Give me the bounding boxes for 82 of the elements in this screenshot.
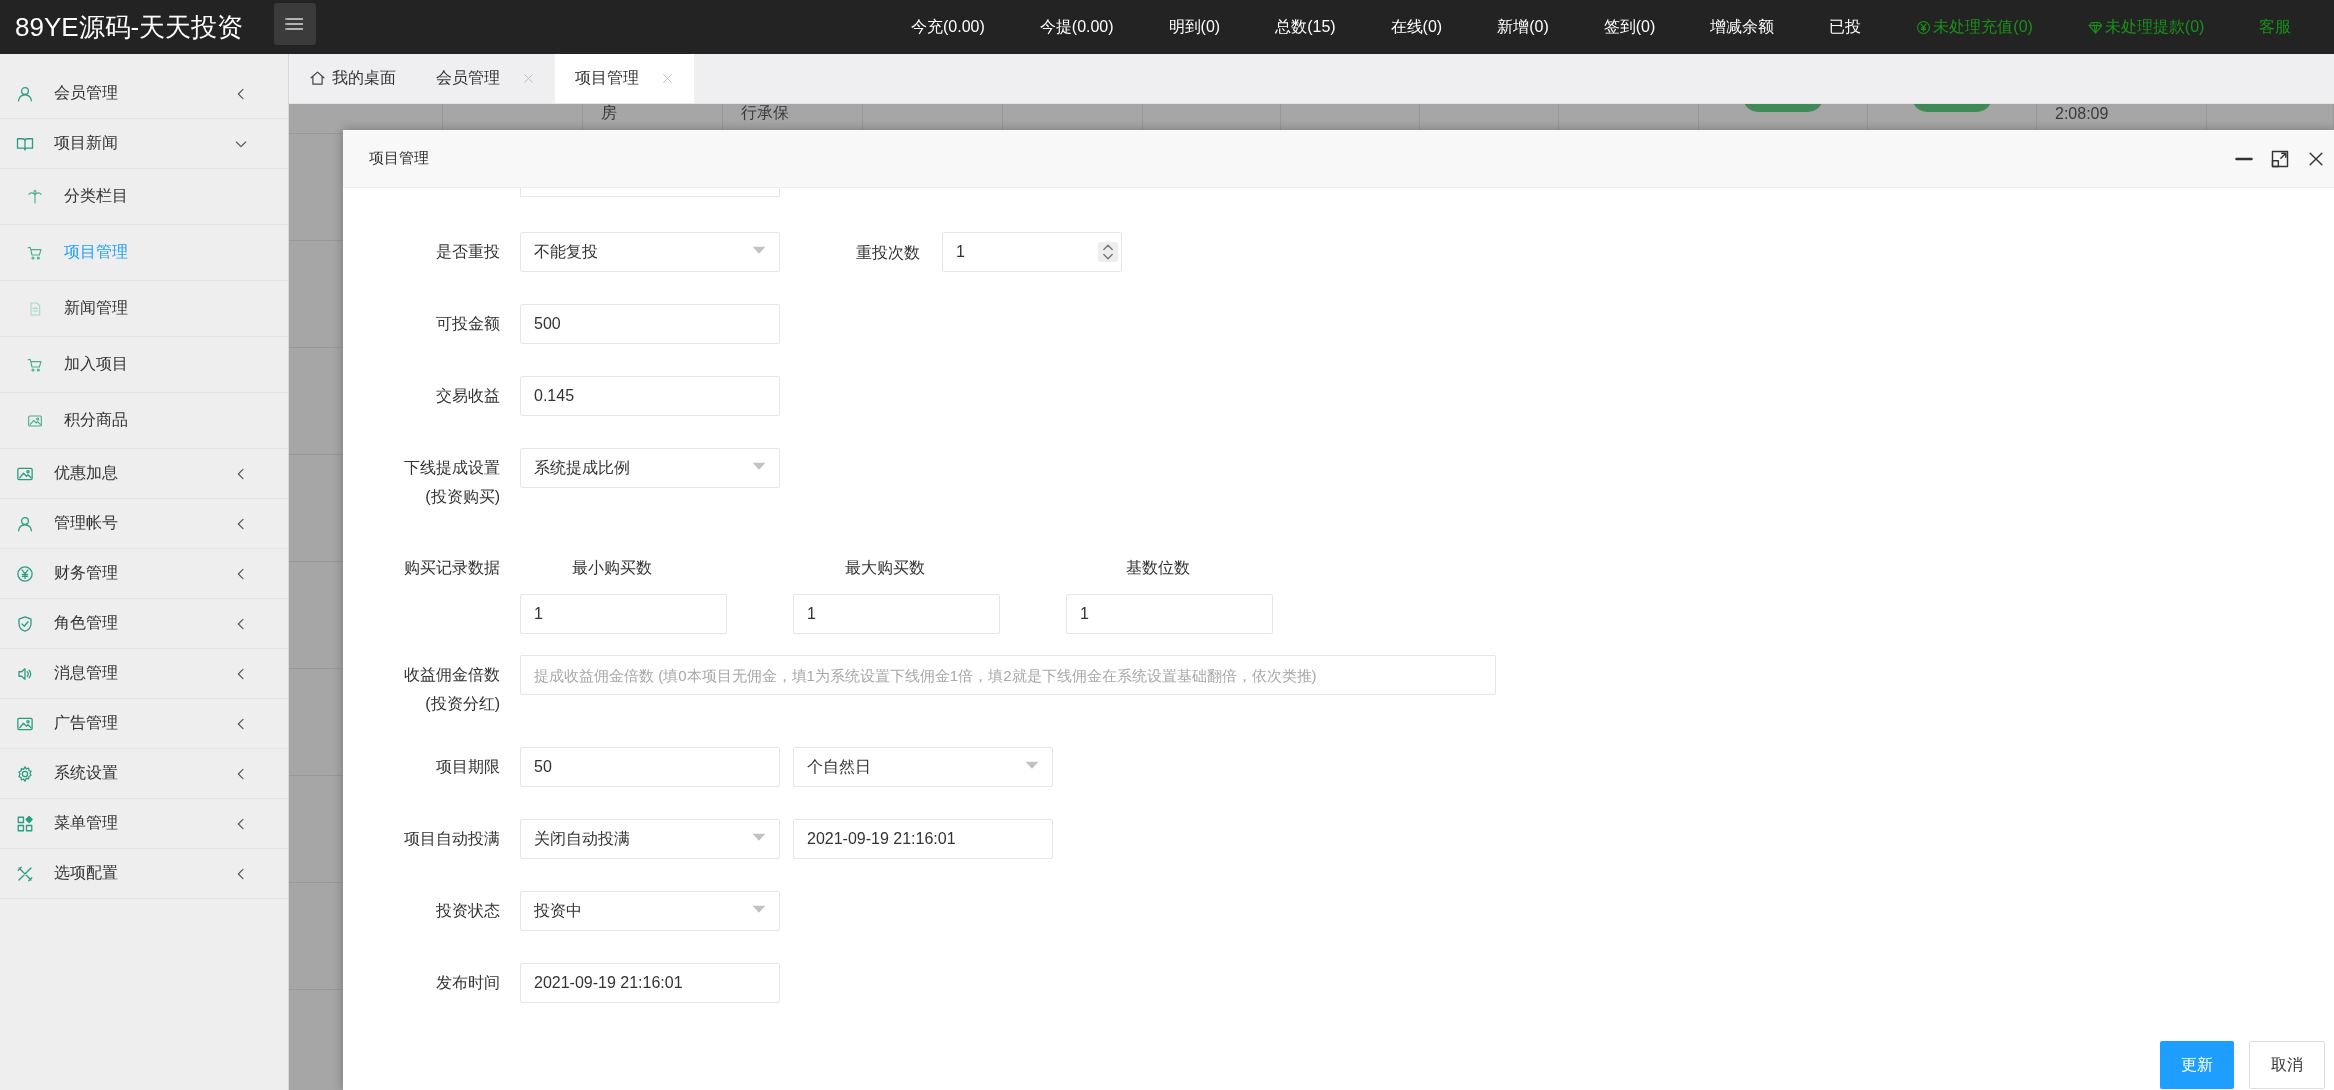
input-field[interactable]: 1 bbox=[520, 594, 727, 634]
field-label: 收益佣金倍数 (投资分红) bbox=[403, 665, 500, 714]
nav-link[interactable]: 已投 bbox=[1829, 16, 1862, 38]
sidebar-item[interactable]: 项目新闻 bbox=[0, 119, 288, 169]
nav-link[interactable]: 未处理充值(0) bbox=[1916, 16, 2033, 38]
sidebar-item[interactable]: 会员管理 bbox=[0, 69, 288, 119]
field-label: 是否重投 bbox=[435, 242, 500, 262]
input-field[interactable]: 2021-09-19 21:16:01 bbox=[793, 819, 1053, 859]
nav-link[interactable]: 签到(0) bbox=[1603, 16, 1656, 38]
image-icon bbox=[27, 412, 43, 429]
tab[interactable]: 我的桌面 bbox=[289, 54, 416, 103]
yen-icon bbox=[1916, 19, 1932, 35]
nav-link[interactable]: 在线(0) bbox=[1390, 16, 1443, 38]
sidebar-subitem[interactable]: 积分商品 bbox=[0, 393, 288, 449]
plant-icon bbox=[27, 188, 43, 205]
sidebar-item[interactable]: 角色管理 bbox=[0, 599, 288, 649]
sidebar-subitem[interactable]: 加入项目 bbox=[0, 337, 288, 393]
cart-icon bbox=[27, 244, 43, 261]
nav-link[interactable]: 客服 bbox=[2259, 16, 2292, 38]
maximize-icon[interactable] bbox=[2270, 148, 2290, 169]
nav-link[interactable]: 今提(0.00) bbox=[1039, 16, 1114, 38]
input-field[interactable]: 500 bbox=[520, 304, 780, 344]
close-icon bbox=[522, 72, 535, 85]
field-label: 项目期限 bbox=[435, 757, 500, 777]
sidebar-item[interactable]: 管理帐号 bbox=[0, 499, 288, 549]
input-field[interactable]: 1 bbox=[793, 594, 1000, 634]
logo: 89YE源码-天天投资 bbox=[14, 10, 245, 44]
user-icon bbox=[16, 514, 34, 533]
sidebar-item[interactable]: 广告管理 bbox=[0, 699, 288, 749]
nav-link[interactable]: 未处理提款(0) bbox=[2087, 16, 2205, 38]
input-field[interactable]: 1 bbox=[1066, 594, 1273, 634]
column-heading: 基数位数 bbox=[1124, 558, 1191, 578]
select-field[interactable]: 投资中 bbox=[520, 891, 780, 931]
tab[interactable]: 会员管理 bbox=[416, 54, 555, 103]
select-field[interactable]: 关闭自动投满 bbox=[520, 819, 780, 859]
field-label: 投资状态 bbox=[435, 901, 500, 921]
sidebar-subitem[interactable]: 新闻管理 bbox=[0, 281, 288, 337]
input-field[interactable]: 提成收益佣金倍数 (填0本项目无佣金，填1为系统设置下线佣金1倍，填2就是下线佣金在系统设置基础翻倍，依次类推) bbox=[520, 655, 1496, 695]
input-field[interactable]: 0.145 bbox=[520, 376, 780, 416]
select-field[interactable]: 系统提成比例 bbox=[520, 448, 780, 488]
grid-icon bbox=[16, 814, 34, 833]
cancel-button[interactable]: 取消 bbox=[2249, 1041, 2325, 1089]
field-label: 可投金额 bbox=[435, 314, 500, 334]
column-heading: 最小购买数 bbox=[570, 558, 653, 578]
nav-link[interactable]: 今充(0.00) bbox=[911, 16, 985, 38]
nav-link[interactable]: 明到(0) bbox=[1168, 16, 1221, 38]
number-field[interactable]: 1 bbox=[942, 232, 1122, 272]
home-icon bbox=[309, 70, 326, 87]
sidebar-item[interactable]: 消息管理 bbox=[0, 649, 288, 699]
sidebar-item[interactable]: 优惠加息 bbox=[0, 449, 288, 499]
cart-icon bbox=[27, 356, 43, 373]
spinner-icon[interactable] bbox=[1098, 242, 1118, 262]
sidebar-item[interactable]: 菜单管理 bbox=[0, 799, 288, 849]
field-label: 项目自动投满 bbox=[403, 829, 500, 849]
column-heading: 最大购买数 bbox=[843, 558, 926, 578]
menu-button[interactable] bbox=[274, 3, 316, 45]
select-field[interactable]: 个自然日 bbox=[793, 747, 1053, 787]
tab[interactable]: 项目管理 bbox=[555, 54, 694, 103]
sidebar-item[interactable]: 系统设置 bbox=[0, 749, 288, 799]
field-label: 重投次数 bbox=[856, 243, 920, 263]
sidebar-subitem[interactable]: 分类栏目 bbox=[0, 169, 288, 225]
dialog-title: 项目管理 bbox=[369, 149, 429, 168]
yen-icon bbox=[16, 564, 34, 583]
user-icon bbox=[16, 84, 34, 103]
close-icon bbox=[661, 72, 674, 85]
nav-link[interactable]: 增减余额 bbox=[1710, 16, 1775, 38]
sidebar-item[interactable]: 财务管理 bbox=[0, 549, 288, 599]
field-label: 交易收益 bbox=[435, 386, 500, 406]
select-field[interactable]: 不能复投 bbox=[520, 232, 780, 272]
nav-link[interactable]: 新增(0) bbox=[1497, 16, 1549, 38]
input-field[interactable]: 50 bbox=[520, 747, 780, 787]
field-label: 下线提成设置 (投资购买) bbox=[403, 458, 500, 507]
field-label: 发布时间 bbox=[435, 973, 500, 993]
doc-icon bbox=[27, 300, 43, 317]
tools-icon bbox=[16, 864, 34, 883]
gear-icon bbox=[16, 764, 34, 783]
nav-link[interactable]: 总数(15) bbox=[1275, 16, 1336, 38]
field-label: 购买记录数据 bbox=[403, 558, 500, 578]
shield-icon bbox=[16, 614, 34, 633]
input-field[interactable]: 2021-09-19 21:16:01 bbox=[520, 963, 780, 1003]
diamond-icon bbox=[2087, 19, 2103, 35]
sidebar-item[interactable]: 选项配置 bbox=[0, 849, 288, 899]
